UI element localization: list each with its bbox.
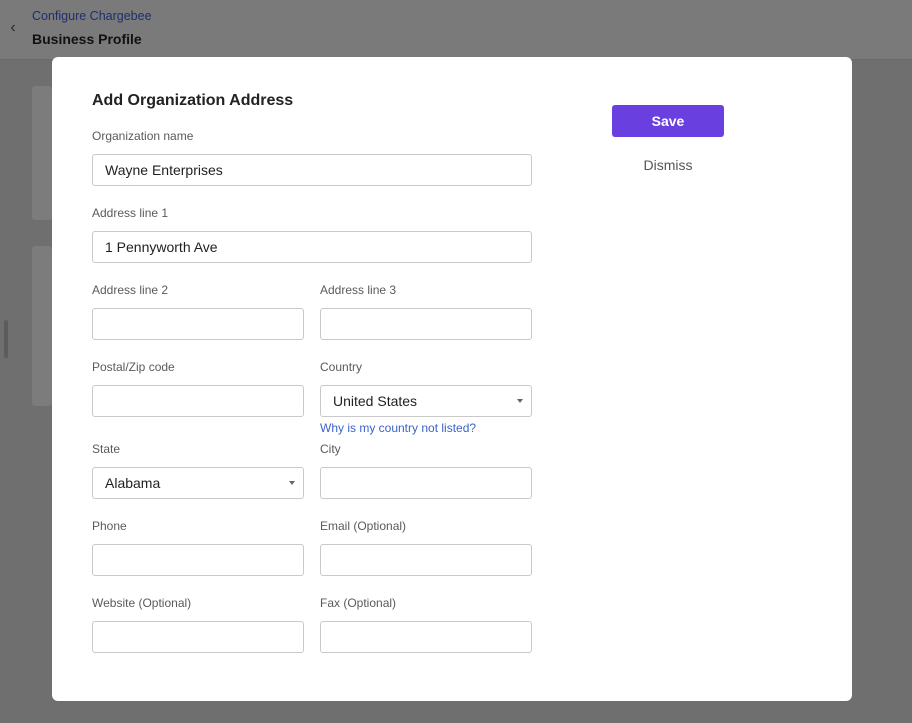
dismiss-button[interactable]: Dismiss <box>612 155 724 175</box>
page-header: ‹ Configure Chargebee Business Profile <box>0 0 912 60</box>
address-line-3-input[interactable] <box>320 308 532 340</box>
country-value: United States <box>333 393 418 409</box>
country-help-link[interactable]: Why is my country not listed? <box>320 421 476 435</box>
postal-code-label: Postal/Zip code <box>92 360 175 374</box>
fax-label: Fax (Optional) <box>320 596 397 610</box>
phone-label: Phone <box>92 519 127 533</box>
country-label: Country <box>320 360 363 374</box>
background-card <box>32 86 52 220</box>
chevron-left-icon[interactable]: ‹ <box>6 19 20 37</box>
postal-code-input[interactable] <box>92 385 304 417</box>
address-line-2-label: Address line 2 <box>92 283 169 297</box>
scroll-handle <box>4 320 8 358</box>
org-name-input[interactable]: Wayne Enterprises <box>92 154 532 186</box>
add-address-modal: Add Organization Address Organization na… <box>52 57 852 701</box>
state-value: Alabama <box>105 475 161 491</box>
phone-input[interactable] <box>92 544 304 576</box>
fax-input[interactable] <box>320 621 532 653</box>
website-input[interactable] <box>92 621 304 653</box>
save-button[interactable]: Save <box>612 105 724 137</box>
email-label: Email (Optional) <box>320 519 407 533</box>
modal-title: Add Organization Address <box>92 92 294 109</box>
state-select[interactable]: Alabama <box>92 467 304 499</box>
state-label: State <box>92 442 121 456</box>
city-input[interactable] <box>320 467 532 499</box>
email-input[interactable] <box>320 544 532 576</box>
page-title: Business Profile <box>32 31 142 47</box>
caret-down-icon <box>517 399 523 403</box>
country-select[interactable]: United States <box>320 385 532 417</box>
city-label: City <box>320 442 341 456</box>
address-line-2-input[interactable] <box>92 308 304 340</box>
address-line-1-input[interactable]: 1 Pennyworth Ave <box>92 231 532 263</box>
website-label: Website (Optional) <box>92 596 192 610</box>
address-line-1-label: Address line 1 <box>92 206 169 220</box>
breadcrumb[interactable]: Configure Chargebee <box>32 9 152 23</box>
background-card <box>32 246 52 406</box>
org-name-label: Organization name <box>92 129 194 143</box>
address-line-3-label: Address line 3 <box>320 283 397 297</box>
caret-down-icon <box>289 481 295 485</box>
